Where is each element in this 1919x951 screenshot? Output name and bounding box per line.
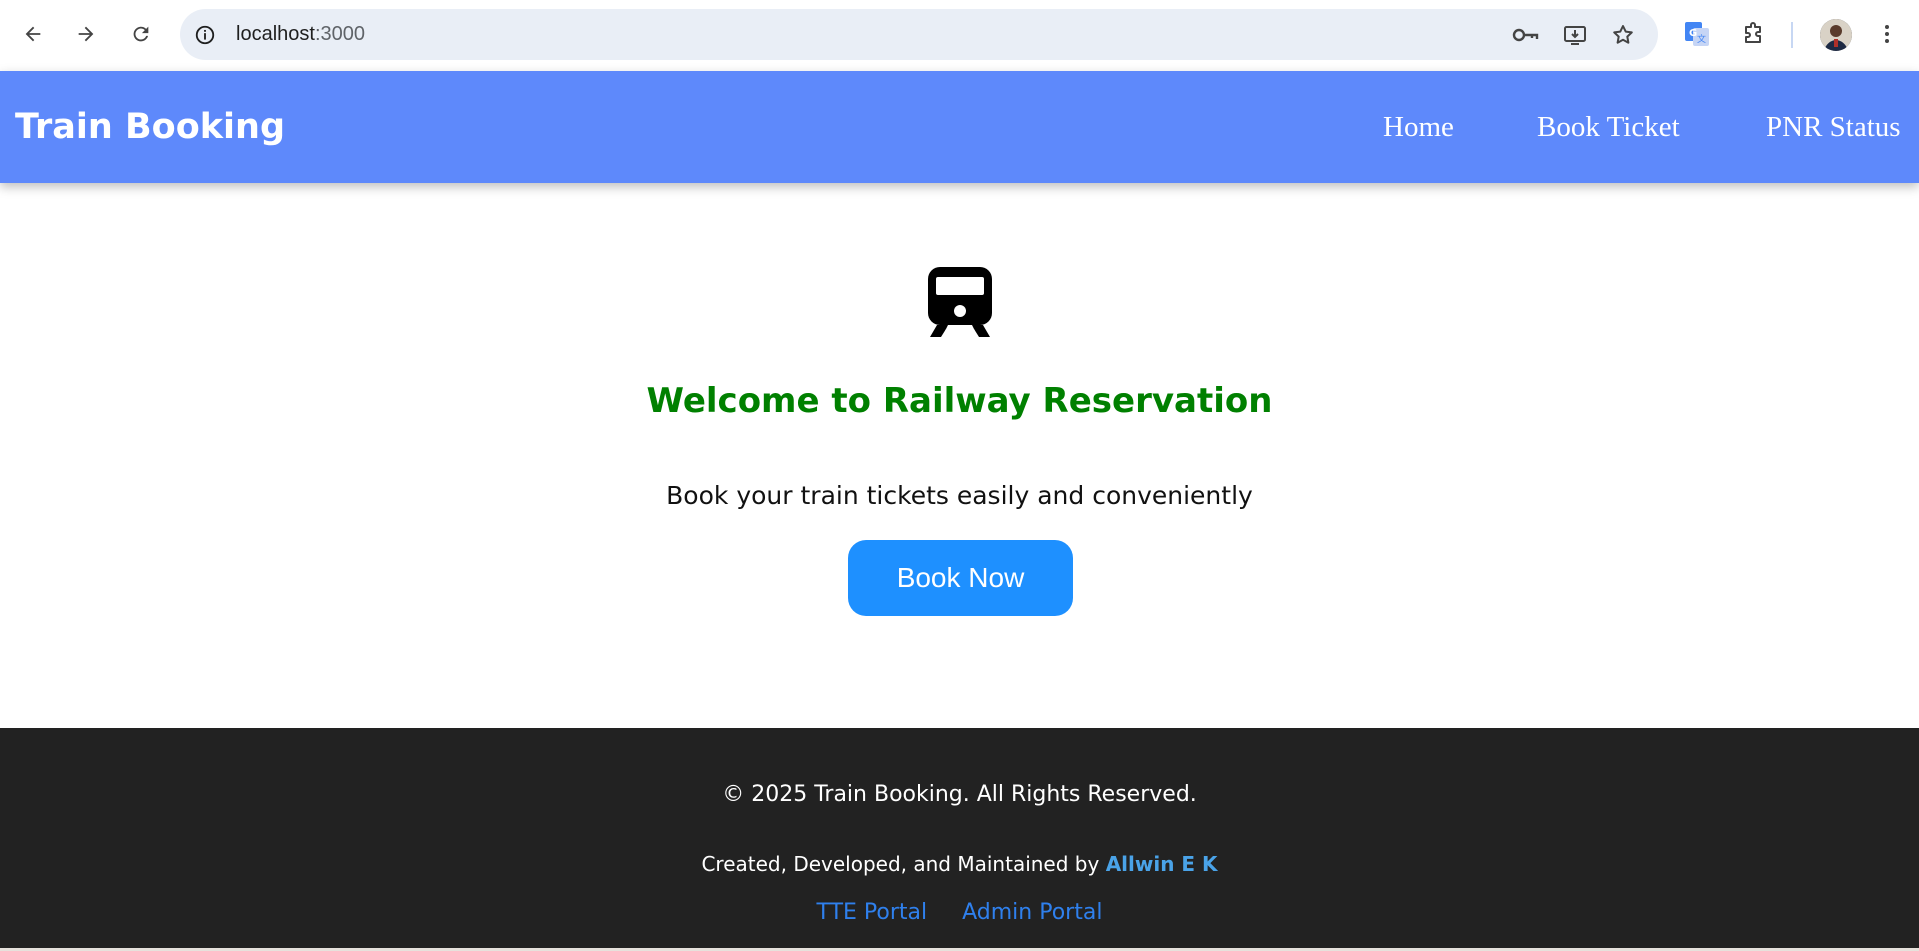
menu-dots-icon[interactable] (1871, 18, 1903, 50)
google-translate-icon[interactable]: G文 (1681, 18, 1713, 50)
url-host: localhost (236, 23, 315, 45)
url-port: :3000 (314, 23, 365, 45)
address-bar[interactable]: localhost:3000 (180, 9, 1658, 60)
svg-text:G: G (1689, 28, 1697, 39)
brand-logo[interactable]: Train Booking (15, 107, 285, 147)
site-info-icon[interactable] (192, 22, 218, 48)
profile-avatar[interactable] (1820, 19, 1852, 51)
book-now-button[interactable]: Book Now (848, 540, 1073, 616)
tte-portal-link[interactable]: TTE Portal (817, 900, 928, 925)
hero-subtitle: Book your train tickets easily and conve… (666, 481, 1253, 510)
train-icon (925, 265, 995, 339)
nav-pnr-status[interactable]: PNR Status (1766, 111, 1901, 144)
browser-toolbar: localhost:3000 G文 (0, 0, 1919, 71)
site-header: Train Booking Home Book Ticket PNR Statu… (0, 71, 1919, 183)
page-viewport: Train Booking Home Book Ticket PNR Statu… (0, 71, 1919, 951)
footer-links: TTE Portal Admin Portal (0, 900, 1919, 925)
hero-section: Welcome to Railway Reservation Book your… (0, 183, 1919, 728)
url-text[interactable]: localhost:3000 (236, 23, 365, 46)
forward-icon[interactable] (66, 14, 106, 54)
credits-prefix: Created, Developed, and Maintained by (701, 852, 1100, 876)
toolbar-divider (1791, 22, 1793, 48)
hero-title: Welcome to Railway Reservation (646, 381, 1273, 421)
install-app-icon[interactable] (1561, 22, 1589, 48)
admin-portal-link[interactable]: Admin Portal (962, 900, 1102, 925)
nav-book-ticket[interactable]: Book Ticket (1537, 111, 1680, 144)
extensions-icon[interactable] (1737, 18, 1769, 50)
credits-text: Created, Developed, and Maintained by Al… (0, 852, 1919, 876)
copyright-text: © 2025 Train Booking. All Rights Reserve… (722, 782, 1197, 807)
password-key-icon[interactable] (1512, 22, 1540, 48)
back-icon[interactable] (13, 14, 53, 54)
author-link[interactable]: Allwin E K (1106, 852, 1218, 876)
bookmark-star-icon[interactable] (1609, 22, 1637, 48)
reload-icon[interactable] (121, 14, 161, 54)
svg-text:文: 文 (1697, 33, 1706, 45)
nav-home[interactable]: Home (1383, 111, 1454, 144)
site-footer: © 2025 Train Booking. All Rights Reserve… (0, 728, 1919, 951)
